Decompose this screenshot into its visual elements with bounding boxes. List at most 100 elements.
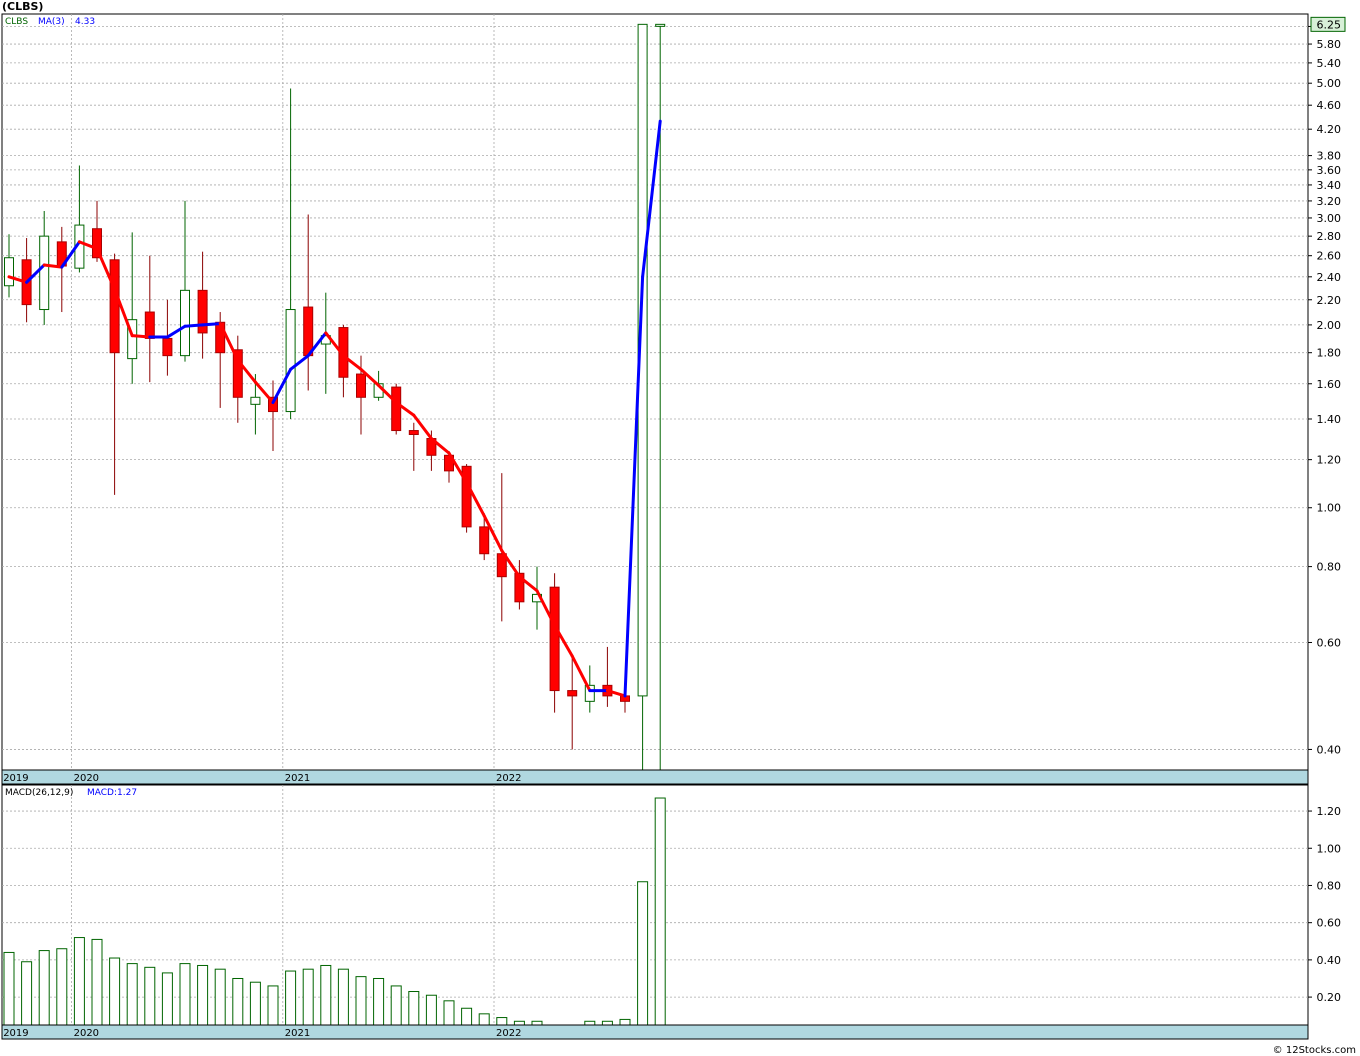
macd-ytick-label: 0.20: [1317, 991, 1342, 1004]
macd-bar: [601, 1020, 613, 1026]
candle-body: [39, 235, 50, 311]
price-ytick-label: 5.80: [1317, 38, 1342, 51]
macd-ytick-label: 1.00: [1317, 842, 1342, 855]
price-ytick-label: 0.40: [1317, 743, 1342, 756]
last-price-label: 6.25: [1317, 18, 1342, 31]
price-ytick-label: 0.80: [1317, 561, 1342, 574]
macd-xtick-label: 2022: [496, 1028, 521, 1039]
macd-panel: 1.20 1.00 0.80 0.60 0.40 0.20 MACD(26,12,9) MAC…: [1, 784, 1342, 1040]
copyright-footer: © 12Stocks.com: [1272, 1045, 1356, 1056]
price-ytick-label: 3.20: [1317, 195, 1342, 208]
price-ytick-label: 5.00: [1317, 77, 1342, 90]
macd-bar: [73, 937, 85, 1026]
price-ytick-label: 2.00: [1317, 319, 1342, 332]
macd-bar: [126, 963, 138, 1026]
price-ytick-label: 2.20: [1317, 294, 1342, 307]
macd-bar: [249, 981, 261, 1026]
macd-bar: [3, 951, 15, 1026]
macd-xtick-label: 2020: [74, 1028, 99, 1039]
macd-bar: [285, 970, 297, 1026]
price-xtick-label: 2021: [285, 773, 310, 784]
price-legend-ma-value: 4.33: [75, 17, 95, 27]
ma-line-segment: [183, 323, 205, 328]
macd-bar: [144, 966, 156, 1026]
candle-body: [303, 306, 314, 357]
price-legend-ma-label: MA(3): [38, 17, 65, 27]
price-xtick-label: 2020: [74, 773, 99, 784]
price-legend-symbol: CLBS: [5, 17, 28, 27]
price-ytick-label: 1.20: [1317, 454, 1342, 467]
macd-legend-name: MACD(26,12,9): [5, 788, 73, 798]
macd-bar: [531, 1020, 543, 1026]
macd-bar: [179, 963, 191, 1026]
price-ytick-label: 4.60: [1317, 99, 1342, 112]
candle-body: [180, 289, 190, 357]
candle-body: [567, 690, 578, 697]
macd-bar: [109, 957, 121, 1026]
macd-bar: [267, 985, 279, 1026]
macd-bar: [654, 797, 666, 1026]
macd-bar: [38, 950, 50, 1026]
candle-body: [408, 430, 419, 436]
candle-body: [162, 337, 173, 357]
macd-bar: [496, 1017, 508, 1026]
macd-bar: [443, 1000, 455, 1026]
price-ytick-label: 5.40: [1317, 57, 1342, 70]
price-ytick-label: 1.80: [1317, 347, 1342, 360]
price-ytick-label: 2.40: [1317, 271, 1342, 284]
macd-bar: [161, 972, 173, 1026]
price-plot-frame: [1, 13, 1309, 771]
price-ytick-label: 2.60: [1317, 250, 1342, 263]
price-xtick-label: 2019: [3, 773, 28, 784]
macd-ytick-label: 1.20: [1317, 805, 1342, 818]
candle-body: [479, 526, 490, 555]
macd-legend-value: MACD:1.27: [87, 788, 137, 798]
price-xtick-label: 2022: [496, 773, 521, 784]
macd-ytick-label: 0.60: [1317, 917, 1342, 930]
macd-bar: [373, 977, 385, 1026]
macd-bar: [355, 976, 367, 1026]
price-ytick-label: 3.00: [1317, 212, 1342, 225]
macd-bar: [91, 938, 103, 1026]
candle-body: [250, 396, 261, 405]
macd-xtick-label: 2019: [3, 1028, 28, 1039]
macd-bar: [619, 1018, 631, 1026]
macd-xaxis-band: [1, 1024, 1309, 1040]
price-ytick-label: 0.60: [1317, 636, 1342, 649]
macd-bar: [478, 1013, 490, 1026]
macd-bar: [584, 1020, 596, 1026]
macd-xtick-label: 2021: [285, 1028, 310, 1039]
price-ytick-label: 1.00: [1317, 502, 1342, 515]
candle-body: [144, 311, 155, 339]
macd-ytick-label: 0.80: [1317, 879, 1342, 892]
macd-bar: [337, 968, 349, 1026]
candle-body: [356, 373, 366, 398]
candle-body: [4, 257, 14, 287]
macd-bar: [320, 964, 332, 1026]
price-xaxis-band: [1, 769, 1309, 785]
macd-ytick-label: 0.40: [1317, 954, 1342, 967]
price-ytick-label: 1.40: [1317, 413, 1342, 426]
candle-body: [109, 259, 120, 354]
chart-canvas: 6.205.805.405.004.604.203.803.603.403.20…: [1, 13, 1346, 1040]
macd-bar: [390, 985, 402, 1026]
macd-bar: [21, 961, 33, 1026]
macd-bar: [56, 948, 68, 1026]
macd-bar: [425, 994, 437, 1026]
macd-bar: [461, 1007, 473, 1026]
macd-bar: [232, 977, 244, 1026]
price-panel: 6.205.805.405.004.604.203.803.603.403.20…: [1, 13, 1346, 785]
price-ytick-label: 3.40: [1317, 179, 1342, 192]
price-ytick-label: 3.60: [1317, 164, 1342, 177]
candle-body: [655, 23, 666, 27]
price-ytick-label: 2.80: [1317, 230, 1342, 243]
ma-line-segment: [42, 263, 64, 269]
candle-body: [285, 309, 296, 413]
macd-bar: [302, 968, 314, 1026]
ma-line-segment: [201, 322, 222, 327]
price-ytick-label: 3.80: [1317, 150, 1342, 163]
price-ytick-label: 4.20: [1317, 123, 1342, 136]
macd-bar: [197, 964, 209, 1026]
price-ytick-label: 1.60: [1317, 378, 1342, 391]
macd-bar: [513, 1020, 525, 1026]
